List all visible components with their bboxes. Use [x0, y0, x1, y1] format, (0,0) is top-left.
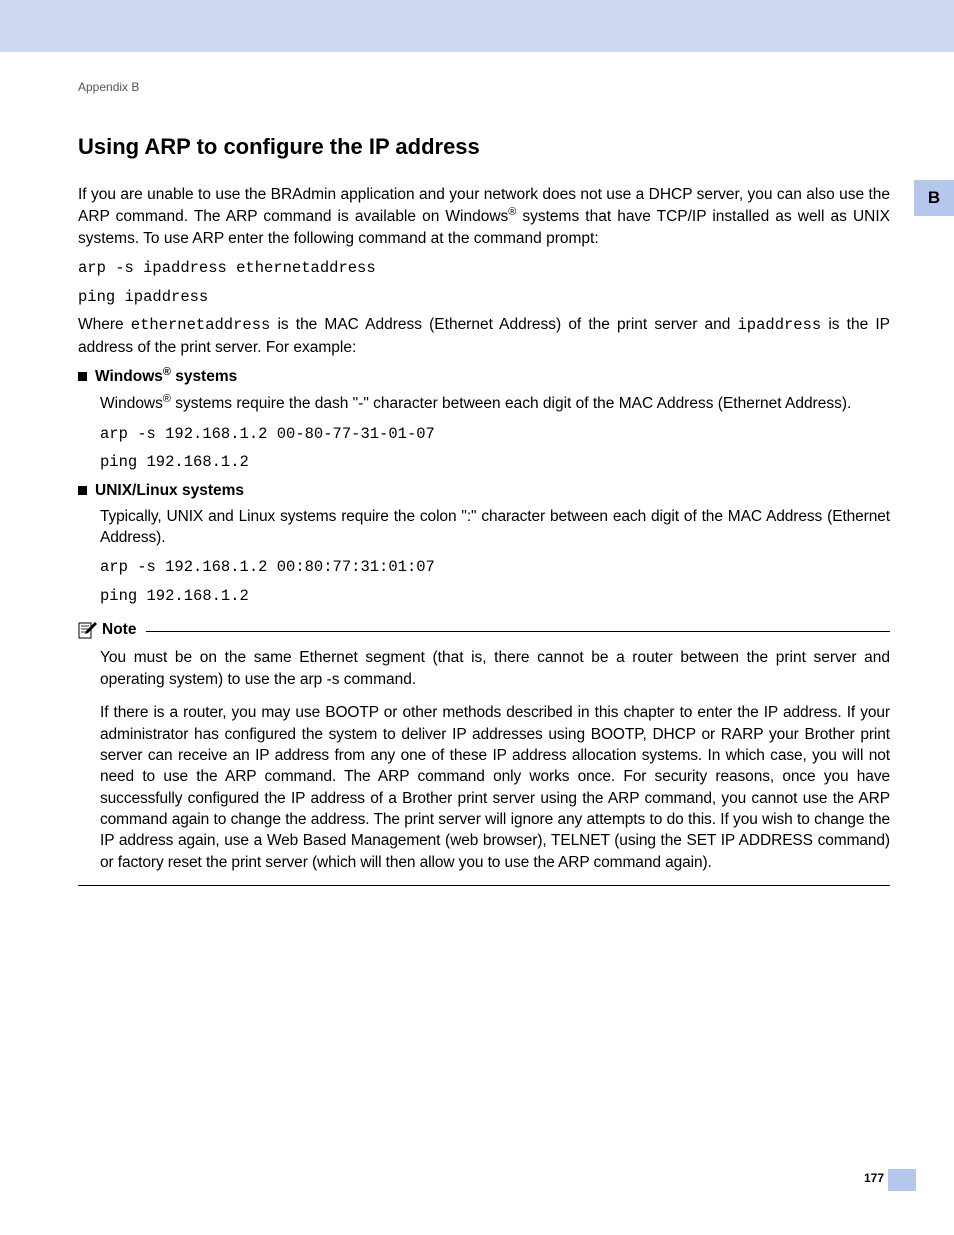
windows-desc-post: systems require the dash "-" character b…: [171, 395, 851, 412]
page-title: Using ARP to configure the IP address: [78, 134, 890, 160]
note-header: Note: [78, 621, 890, 639]
windows-label-post: systems: [171, 368, 237, 385]
unix-section: Typically, UNIX and Linux systems requir…: [100, 506, 890, 608]
command-arp-windows: arp -s 192.168.1.2 00-80-77-31-01-07: [100, 423, 890, 445]
where-pre: Where: [78, 316, 131, 333]
registered-mark: ®: [163, 366, 171, 378]
page-content: Appendix B Using ARP to configure the IP…: [78, 80, 890, 886]
unix-desc: Typically, UNIX and Linux systems requir…: [100, 506, 890, 549]
command-ping-generic: ping ipaddress: [78, 286, 890, 308]
where-mid: is the MAC Address (Ethernet Address) of…: [270, 316, 737, 333]
page-number-tab: [888, 1169, 916, 1191]
command-ping-unix: ping 192.168.1.2: [100, 585, 890, 607]
where-code-ethernet: ethernetaddress: [131, 316, 271, 334]
square-bullet-icon: [78, 372, 87, 381]
note-body: You must be on the same Ethernet segment…: [100, 647, 890, 873]
bullet-windows: Windows® systems: [78, 366, 890, 386]
windows-desc-pre: Windows: [100, 395, 163, 412]
note-title: Note: [102, 621, 136, 639]
square-bullet-icon: [78, 486, 87, 495]
note-paragraph-1: You must be on the same Ethernet segment…: [100, 647, 890, 690]
page-number: 177: [864, 1171, 884, 1185]
note-bottom-divider: [78, 885, 890, 886]
intro-paragraph: If you are unable to use the BRAdmin app…: [78, 184, 890, 249]
command-arp-unix: arp -s 192.168.1.2 00:80:77:31:01:07: [100, 556, 890, 578]
note-divider-line: [146, 631, 890, 632]
where-paragraph: Where ethernetaddress is the MAC Address…: [78, 314, 890, 358]
where-code-ip: ipaddress: [738, 316, 822, 334]
bullet-unix: UNIX/Linux systems: [78, 482, 890, 500]
windows-label: Windows® systems: [95, 366, 237, 386]
command-arp-generic: arp -s ipaddress ethernetaddress: [78, 257, 890, 279]
windows-section: Windows® systems require the dash "-" ch…: [100, 392, 890, 473]
unix-label: UNIX/Linux systems: [95, 482, 244, 500]
side-tab: B: [914, 180, 954, 216]
breadcrumb: Appendix B: [78, 80, 890, 94]
windows-desc: Windows® systems require the dash "-" ch…: [100, 392, 890, 415]
registered-mark: ®: [163, 393, 171, 405]
windows-label-pre: Windows: [95, 368, 163, 385]
command-ping-windows: ping 192.168.1.2: [100, 451, 890, 473]
top-bar: [0, 0, 954, 52]
note-paragraph-2: If there is a router, you may use BOOTP …: [100, 702, 890, 873]
note-pencil-icon: [78, 621, 98, 639]
